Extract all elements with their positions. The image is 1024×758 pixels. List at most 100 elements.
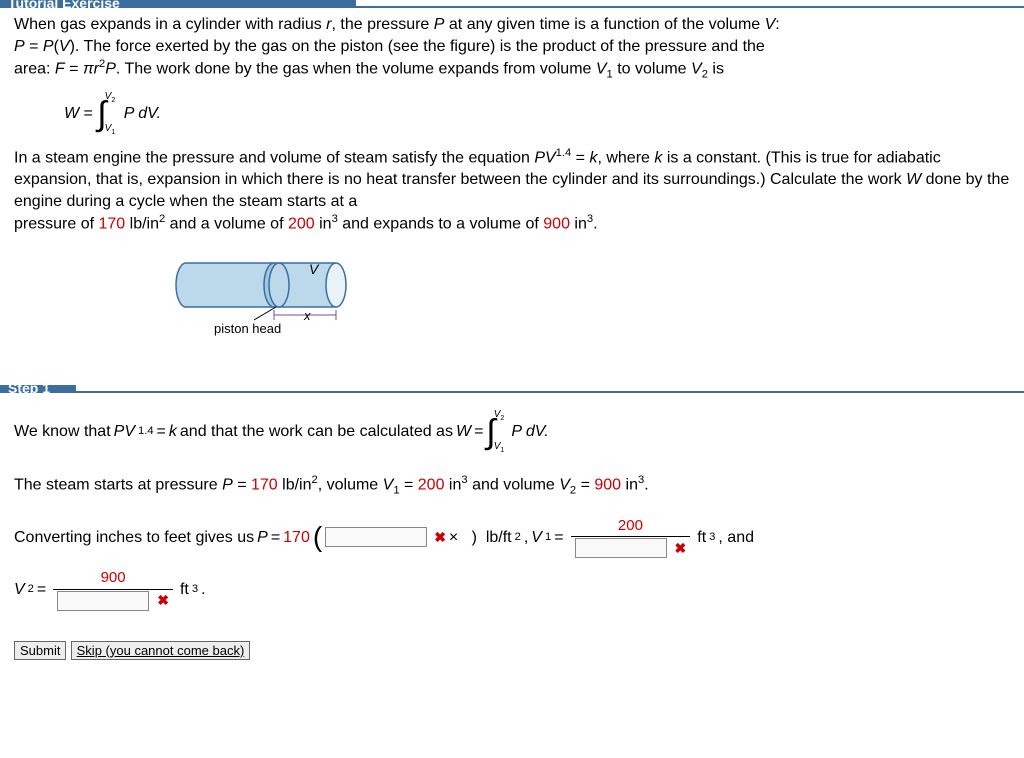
exp: 2 bbox=[515, 530, 521, 545]
incorrect-icon: ✖ bbox=[675, 539, 687, 558]
problem-statement: When gas expands in a cylinder with radi… bbox=[0, 8, 1024, 365]
var-P: P bbox=[43, 38, 54, 55]
var-P: P bbox=[105, 61, 116, 78]
text: = bbox=[554, 527, 563, 549]
text: , volume bbox=[318, 476, 383, 493]
text: ft bbox=[180, 579, 189, 601]
exp: 3 bbox=[709, 530, 715, 545]
text: The steam starts at pressure bbox=[14, 476, 222, 493]
math: PV bbox=[534, 150, 555, 167]
text: ). The force exerted by the gas on the p… bbox=[70, 38, 765, 55]
figure-label-piston: piston head bbox=[214, 320, 281, 338]
integral-icon: ∫ bbox=[486, 415, 495, 449]
text: in bbox=[444, 476, 461, 493]
text: , where bbox=[597, 150, 654, 167]
var-k: k bbox=[169, 421, 177, 443]
value: 170 bbox=[251, 476, 278, 493]
text: to volume bbox=[613, 61, 691, 78]
text: = bbox=[233, 476, 251, 493]
text: × ) lb/ft bbox=[449, 527, 512, 549]
text: = bbox=[157, 421, 166, 443]
figure-label-x: x bbox=[304, 307, 311, 325]
text: . bbox=[201, 579, 205, 601]
var-V: V bbox=[691, 61, 702, 78]
integrand: P dV. bbox=[511, 421, 548, 443]
text: lb/in bbox=[278, 476, 312, 493]
var-P: P bbox=[222, 476, 233, 493]
cylinder-icon bbox=[174, 260, 404, 340]
fraction-numerator: 900 bbox=[97, 568, 130, 588]
var-V: V bbox=[531, 527, 542, 549]
exp: 1.4 bbox=[138, 424, 154, 439]
text: , the pressure bbox=[332, 16, 434, 33]
text: is bbox=[708, 61, 724, 78]
piston-figure: V x piston head bbox=[164, 245, 394, 345]
text: ft bbox=[697, 527, 706, 549]
text: In a steam engine the pressure and volum… bbox=[14, 150, 534, 167]
text: at any given time is a function of the v… bbox=[444, 16, 764, 33]
value-pressure: 170 bbox=[98, 216, 125, 233]
step1-content: We know that P V 1.4 = k and that the work… bbox=[0, 393, 1024, 631]
text: : bbox=[775, 16, 779, 33]
text: , bbox=[524, 527, 528, 549]
text: = bbox=[79, 105, 97, 122]
sub: 1 bbox=[545, 530, 551, 545]
text: = bbox=[65, 61, 83, 78]
text: When gas expands in a cylinder with radi… bbox=[14, 16, 326, 33]
pressure-conversion-input[interactable] bbox=[325, 527, 427, 547]
text: , and bbox=[718, 527, 754, 549]
var-V: V bbox=[596, 61, 607, 78]
figure-label-V: V bbox=[309, 260, 318, 279]
text: = bbox=[271, 527, 280, 549]
incorrect-icon: ✖ bbox=[434, 528, 446, 547]
fraction-numerator: 200 bbox=[614, 516, 647, 536]
text: . The work done by the gas when the volu… bbox=[116, 61, 596, 78]
work-equation: W = ∫ V2 V1 P dV. bbox=[64, 91, 1010, 136]
value: 200 bbox=[418, 476, 445, 493]
text: We know that bbox=[14, 421, 111, 443]
text: lb/in bbox=[125, 216, 159, 233]
var-V: V bbox=[59, 38, 70, 55]
text: in bbox=[570, 216, 587, 233]
text: and a volume of bbox=[165, 216, 288, 233]
value: 170 bbox=[283, 527, 310, 549]
text: and volume bbox=[468, 476, 560, 493]
text: pressure of bbox=[14, 216, 98, 233]
text: . bbox=[593, 216, 597, 233]
text: area: bbox=[14, 61, 55, 78]
value-v2: 900 bbox=[543, 216, 570, 233]
var-P: P bbox=[257, 527, 268, 549]
sub: 2 bbox=[28, 582, 34, 597]
text: = bbox=[400, 476, 418, 493]
tutorial-header: Tutorial Exercise bbox=[0, 0, 356, 6]
exp: 1.4 bbox=[556, 147, 572, 159]
text: = bbox=[37, 579, 46, 601]
var-V: V bbox=[383, 476, 394, 493]
exp: 3 bbox=[192, 582, 198, 597]
var-W: W bbox=[906, 171, 921, 188]
integral-icon: ∫ bbox=[97, 97, 106, 131]
var-F: F bbox=[55, 61, 65, 78]
var-V: V bbox=[14, 579, 25, 601]
var-W: W bbox=[64, 105, 79, 122]
text: = bbox=[571, 150, 589, 167]
text: and that the work can be calculated as bbox=[180, 421, 453, 443]
submit-button[interactable]: Submit bbox=[14, 641, 66, 660]
var-W: W bbox=[456, 421, 471, 443]
step1-header: Step 1 bbox=[0, 385, 76, 391]
text: and expands to a volume of bbox=[338, 216, 543, 233]
v1-denominator-input[interactable] bbox=[575, 538, 667, 558]
text: Converting inches to feet gives us bbox=[14, 527, 254, 549]
var-V: V bbox=[765, 16, 776, 33]
paren-icon: ( bbox=[313, 518, 322, 556]
integrand: P dV. bbox=[124, 105, 161, 122]
var-P: P bbox=[14, 38, 25, 55]
v2-fraction: 900 ✖ bbox=[53, 568, 173, 610]
skip-button[interactable]: Skip (you cannot come back) bbox=[71, 641, 251, 660]
v1-fraction: 200 ✖ bbox=[571, 516, 691, 558]
v2-denominator-input[interactable] bbox=[57, 591, 149, 611]
text: . bbox=[644, 476, 648, 493]
var-V: V bbox=[559, 476, 570, 493]
incorrect-icon: ✖ bbox=[157, 591, 169, 610]
var-P: P bbox=[434, 16, 445, 33]
